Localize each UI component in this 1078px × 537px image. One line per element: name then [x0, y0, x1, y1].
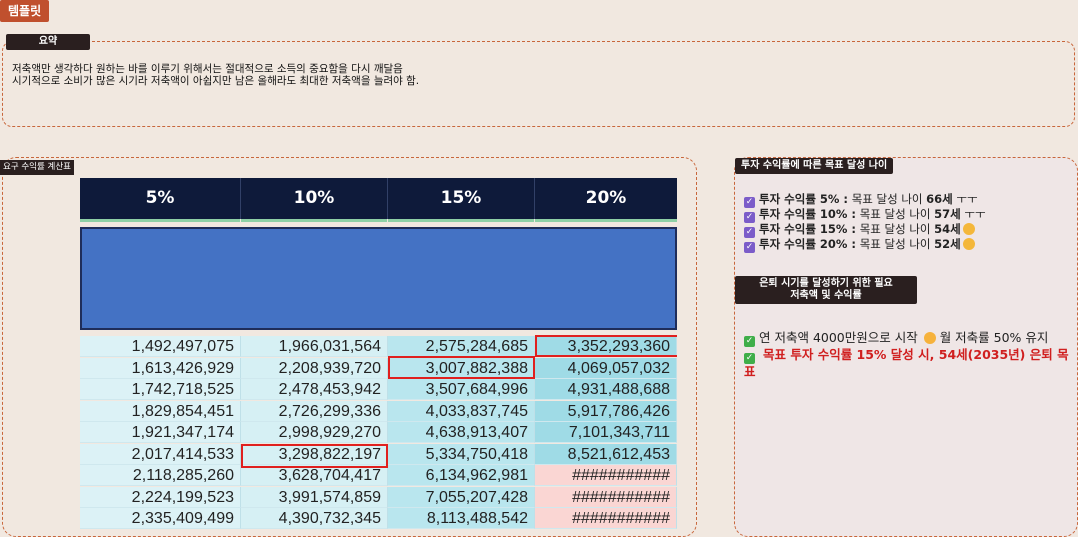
table-cell[interactable]: 3,352,293,360 — [535, 336, 677, 357]
checkbox-icon: ✓ — [744, 353, 755, 364]
table-cell[interactable]: 2,998,929,270 — [241, 422, 388, 443]
table-row: 1,613,426,929 2,208,939,720 3,007,882,388 4… — [80, 357, 677, 379]
table-cell[interactable]: 5,917,786,426 — [535, 400, 677, 422]
table-cell[interactable]: 4,069,057,032 — [535, 357, 677, 379]
table-row: 2,118,285,260 3,628,704,417 6,134,962,981 #… — [80, 465, 677, 486]
table-cell[interactable]: 3,628,704,417 — [241, 465, 388, 486]
table-row: 1,829,854,451 2,726,299,336 4,033,837,745 5… — [80, 400, 677, 422]
table-row: 2,335,409,499 4,390,732,345 8,113,488,542 #… — [80, 508, 677, 529]
goal-age-list: ✓ 투자 수익률 5% : 목표 달성 나이 66세 ㅜㅜ ✓ 투자 수익률 10%… — [744, 193, 986, 253]
header-5pct[interactable]: 5% — [80, 178, 241, 222]
redacted-block — [80, 227, 677, 330]
goal-item: ✓ 투자 수익률 15% : 목표 달성 나이 54세 — [744, 223, 986, 238]
checkbox-icon: ✓ — [744, 197, 755, 208]
checkbox-icon: ✓ — [744, 212, 755, 223]
summary-line-1: 저축액만 생각하다 원하는 바를 이루기 위해서는 절대적으로 소득의 중요함을… — [12, 63, 403, 75]
table-cell[interactable]: 2,478,453,942 — [241, 379, 388, 400]
table-row: 1,742,718,525 2,478,453,942 3,507,684,996 4… — [80, 379, 677, 400]
plan-item-1: ✓ 연 저축액 4000만원으로 시작 월 저축률 50% 유지 — [744, 330, 1049, 347]
table-cell[interactable]: 1,829,854,451 — [80, 400, 241, 422]
table-cell[interactable]: 1,613,426,929 — [80, 357, 241, 379]
table-row: 1,921,347,174 2,998,929,270 4,638,913,407 7… — [80, 422, 677, 443]
table-row: 2,017,414,533 3,298,822,197 5,334,750,418 8… — [80, 443, 677, 465]
table-cell[interactable]: 4,033,837,745 — [388, 400, 535, 422]
table-cell[interactable]: ########### — [535, 465, 677, 486]
table-cell[interactable]: 1,921,347,174 — [80, 422, 241, 443]
goal-item: ✓ 투자 수익률 20% : 목표 달성 나이 52세 — [744, 238, 986, 253]
table-cell[interactable]: 4,390,732,345 — [241, 508, 388, 529]
summary-text: 저축액만 생각하다 원하는 바를 이루기 위해서는 절대적으로 소득의 중요함을… — [12, 63, 419, 87]
summary-line-2: 시기적으로 소비가 많은 시기라 저축액이 아쉽지만 남은 올해라도 최대한 저… — [12, 75, 420, 87]
table-cell[interactable]: 4,638,913,407 — [388, 422, 535, 443]
template-tag: 템플릿 — [0, 0, 50, 22]
plan-label: 은퇴 시기를 달성하기 위한 필요 저축액 및 수익률 — [735, 276, 917, 304]
plan-list: ✓ 연 저축액 4000만원으로 시작 월 저축률 50% 유지 ✓ 목표 투자 … — [744, 330, 1070, 379]
table-cell[interactable]: ########### — [535, 508, 677, 529]
table-cell[interactable]: 3,991,574,859 — [241, 486, 388, 508]
table-cell[interactable]: 7,055,207,428 — [388, 486, 535, 508]
grinning-face-icon — [962, 238, 975, 250]
table-cell[interactable]: 2,017,414,533 — [80, 443, 241, 465]
goal-item: ✓ 투자 수익률 10% : 목표 달성 나이 57세 ㅜㅜ — [744, 207, 986, 223]
header-20pct[interactable]: 20% — [535, 178, 677, 222]
table-cell[interactable]: 2,335,409,499 — [80, 508, 241, 529]
goal-item: ✓ 투자 수익률 5% : 목표 달성 나이 66세 ㅜㅜ — [744, 192, 978, 208]
table-cell[interactable]: 2,726,299,336 — [241, 400, 388, 422]
table-cell[interactable]: 1,742,718,525 — [80, 379, 241, 400]
summary-label: 요약 — [6, 34, 90, 50]
table-cell[interactable]: 2,208,939,720 — [241, 357, 388, 379]
table-cell[interactable]: 2,575,284,685 — [388, 336, 535, 357]
calc-table-label: 요구 수익률 계산표 — [0, 160, 74, 175]
table-cell[interactable]: 8,113,488,542 — [388, 508, 535, 529]
table-cell[interactable]: 6,134,962,981 — [388, 465, 535, 486]
table-row: 1,492,497,075 1,966,031,564 2,575,284,685 3… — [80, 336, 677, 357]
dizzy-face-icon — [962, 223, 975, 235]
return-table: 5% 10% 15% 20% 1,492,497,075 1,966,031,56… — [80, 178, 677, 529]
table-cell[interactable]: 3,007,882,388 — [388, 357, 535, 379]
table-header: 5% 10% 15% 20% — [80, 178, 677, 222]
checkbox-icon: ✓ — [744, 242, 755, 253]
table-cell[interactable]: 3,507,684,996 — [388, 379, 535, 400]
header-10pct[interactable]: 10% — [241, 178, 388, 222]
goal-age-label: 투자 수익률에 따른 목표 달성 나이 — [735, 158, 894, 174]
table-cell[interactable]: 2,224,199,523 — [80, 486, 241, 508]
table-cell[interactable]: 1,966,031,564 — [241, 336, 388, 357]
table-cell[interactable]: 3,298,822,197 — [241, 443, 388, 465]
table-cell[interactable]: 1,492,497,075 — [80, 336, 241, 357]
table-cell[interactable]: 8,521,612,453 — [535, 443, 677, 465]
plan-item-2: ✓ 목표 투자 수익률 15% 달성 시, 54세(2035년) 은퇴 목표 — [744, 347, 1069, 379]
header-15pct[interactable]: 15% — [388, 178, 535, 222]
table-cell[interactable]: 4,931,488,688 — [535, 379, 677, 400]
checkbox-icon: ✓ — [744, 336, 755, 347]
checkbox-icon: ✓ — [744, 227, 755, 238]
table-cell[interactable]: 7,101,343,711 — [535, 422, 677, 443]
table-cell[interactable]: 5,334,750,418 — [388, 443, 535, 465]
table-cell[interactable]: ########### — [535, 486, 677, 508]
table-cell[interactable]: 2,118,285,260 — [80, 465, 241, 486]
pointing-hand-icon — [923, 332, 936, 344]
table-row: 2,224,199,523 3,991,574,859 7,055,207,428 #… — [80, 486, 677, 508]
